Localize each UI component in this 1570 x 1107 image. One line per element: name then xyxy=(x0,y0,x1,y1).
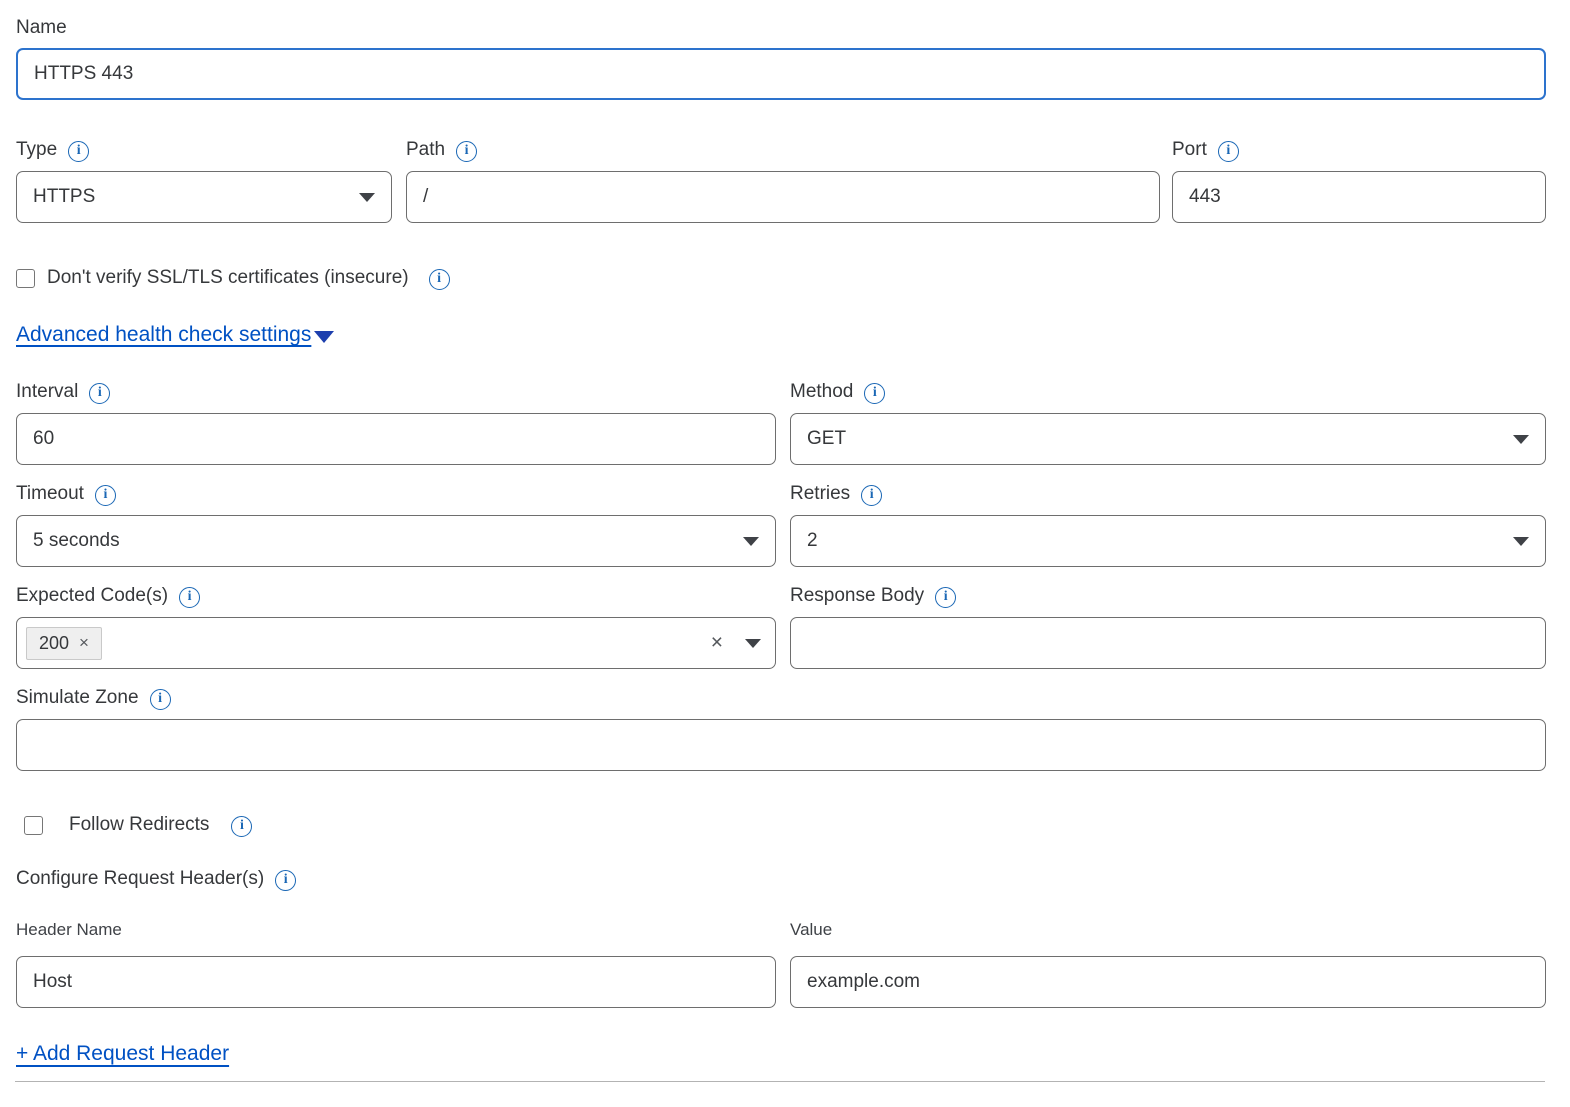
method-select-value: GET xyxy=(807,428,846,450)
response-body-input[interactable] xyxy=(790,617,1546,669)
retries-info-icon[interactable] xyxy=(861,485,882,506)
interval-label: Interval xyxy=(16,380,776,404)
port-label: Port xyxy=(1172,138,1546,162)
type-info-icon[interactable] xyxy=(68,141,89,162)
ssl-verify-label: Don't verify SSL/TLS certificates (insec… xyxy=(47,267,409,289)
port-input-value: 443 xyxy=(1189,186,1221,208)
follow-redirects-row: Follow Redirects xyxy=(16,814,1546,836)
ssl-verify-info-icon[interactable] xyxy=(429,269,450,290)
timeout-select[interactable]: 5 seconds xyxy=(16,515,776,567)
interval-input-value: 60 xyxy=(33,428,54,450)
type-label: Type xyxy=(16,138,392,162)
name-input[interactable]: HTTPS 443 xyxy=(16,48,1546,100)
health-check-form: Name HTTPS 443 Type HTTPS Path / xyxy=(0,0,1570,1082)
retries-select[interactable]: 2 xyxy=(790,515,1546,567)
chevron-down-icon xyxy=(1513,537,1529,546)
expected-codes-label-text: Expected Code(s) xyxy=(16,584,168,608)
method-label: Method xyxy=(790,380,1546,404)
response-body-label: Response Body xyxy=(790,584,1546,608)
advanced-settings-link-text: Advanced health check settings xyxy=(16,323,311,347)
expected-codes-info-icon[interactable] xyxy=(179,587,200,608)
method-label-text: Method xyxy=(790,380,853,404)
timeout-label-text: Timeout xyxy=(16,482,84,506)
path-info-icon[interactable] xyxy=(456,141,477,162)
response-body-info-icon[interactable] xyxy=(935,587,956,608)
chevron-down-icon xyxy=(743,537,759,546)
interval-label-text: Interval xyxy=(16,380,78,404)
interval-info-icon[interactable] xyxy=(89,383,110,404)
retries-select-value: 2 xyxy=(807,530,818,552)
expected-code-tag: 200 xyxy=(26,627,102,660)
simulate-zone-label: Simulate Zone xyxy=(16,686,1546,710)
timeout-label: Timeout xyxy=(16,482,776,506)
name-input-value: HTTPS 443 xyxy=(34,63,133,85)
header-name-input-value: Host xyxy=(33,971,72,993)
request-headers-section-label: Configure Request Header(s) xyxy=(16,867,1546,891)
remove-tag-icon[interactable] xyxy=(79,633,89,653)
port-input[interactable]: 443 xyxy=(1172,171,1546,223)
type-select-value: HTTPS xyxy=(33,186,95,208)
request-headers-info-icon[interactable] xyxy=(275,870,296,891)
triangle-down-icon xyxy=(314,331,334,343)
timeout-select-value: 5 seconds xyxy=(33,530,120,552)
add-request-header-link[interactable]: + Add Request Header xyxy=(16,1042,229,1066)
expected-codes-multiselect[interactable]: 200 xyxy=(16,617,776,669)
port-info-icon[interactable] xyxy=(1218,141,1239,162)
simulate-zone-input[interactable] xyxy=(16,719,1546,771)
response-body-label-text: Response Body xyxy=(790,584,924,608)
chevron-down-icon xyxy=(1513,435,1529,444)
path-input[interactable]: / xyxy=(406,171,1160,223)
header-value-column-label: Value xyxy=(790,918,1546,942)
ssl-verify-checkbox-row: Don't verify SSL/TLS certificates (insec… xyxy=(16,267,1546,289)
header-name-column-text: Header Name xyxy=(16,918,122,942)
header-value-column-text: Value xyxy=(790,918,832,942)
path-input-value: / xyxy=(423,186,428,208)
request-headers-section-text: Configure Request Header(s) xyxy=(16,867,264,891)
header-value-input-value: example.com xyxy=(807,971,920,993)
type-label-text: Type xyxy=(16,138,57,162)
interval-input[interactable]: 60 xyxy=(16,413,776,465)
method-select[interactable]: GET xyxy=(790,413,1546,465)
request-header-row: Header Name Host Value example.com xyxy=(16,918,1546,1008)
path-label: Path xyxy=(406,138,1160,162)
header-value-input[interactable]: example.com xyxy=(790,956,1546,1008)
type-select[interactable]: HTTPS xyxy=(16,171,392,223)
follow-redirects-checkbox[interactable] xyxy=(24,816,43,835)
chevron-down-icon xyxy=(359,193,375,202)
retries-label: Retries xyxy=(790,482,1546,506)
path-label-text: Path xyxy=(406,138,445,162)
name-label-text: Name xyxy=(16,16,67,40)
simulate-zone-info-icon[interactable] xyxy=(150,689,171,710)
header-name-column-label: Header Name xyxy=(16,918,776,942)
port-label-text: Port xyxy=(1172,138,1207,162)
clear-all-icon[interactable] xyxy=(711,631,723,655)
section-divider xyxy=(15,1081,1545,1082)
chevron-down-icon[interactable] xyxy=(745,639,761,648)
ssl-verify-checkbox[interactable] xyxy=(16,269,35,288)
follow-redirects-label: Follow Redirects xyxy=(69,814,209,836)
retries-label-text: Retries xyxy=(790,482,850,506)
expected-code-tag-text: 200 xyxy=(39,633,69,654)
follow-redirects-info-icon[interactable] xyxy=(231,816,252,837)
header-name-input[interactable]: Host xyxy=(16,956,776,1008)
expected-codes-label: Expected Code(s) xyxy=(16,584,776,608)
advanced-settings-link[interactable]: Advanced health check settings xyxy=(16,323,334,347)
method-info-icon[interactable] xyxy=(864,383,885,404)
simulate-zone-label-text: Simulate Zone xyxy=(16,686,139,710)
timeout-info-icon[interactable] xyxy=(95,485,116,506)
name-label: Name xyxy=(16,16,1546,40)
